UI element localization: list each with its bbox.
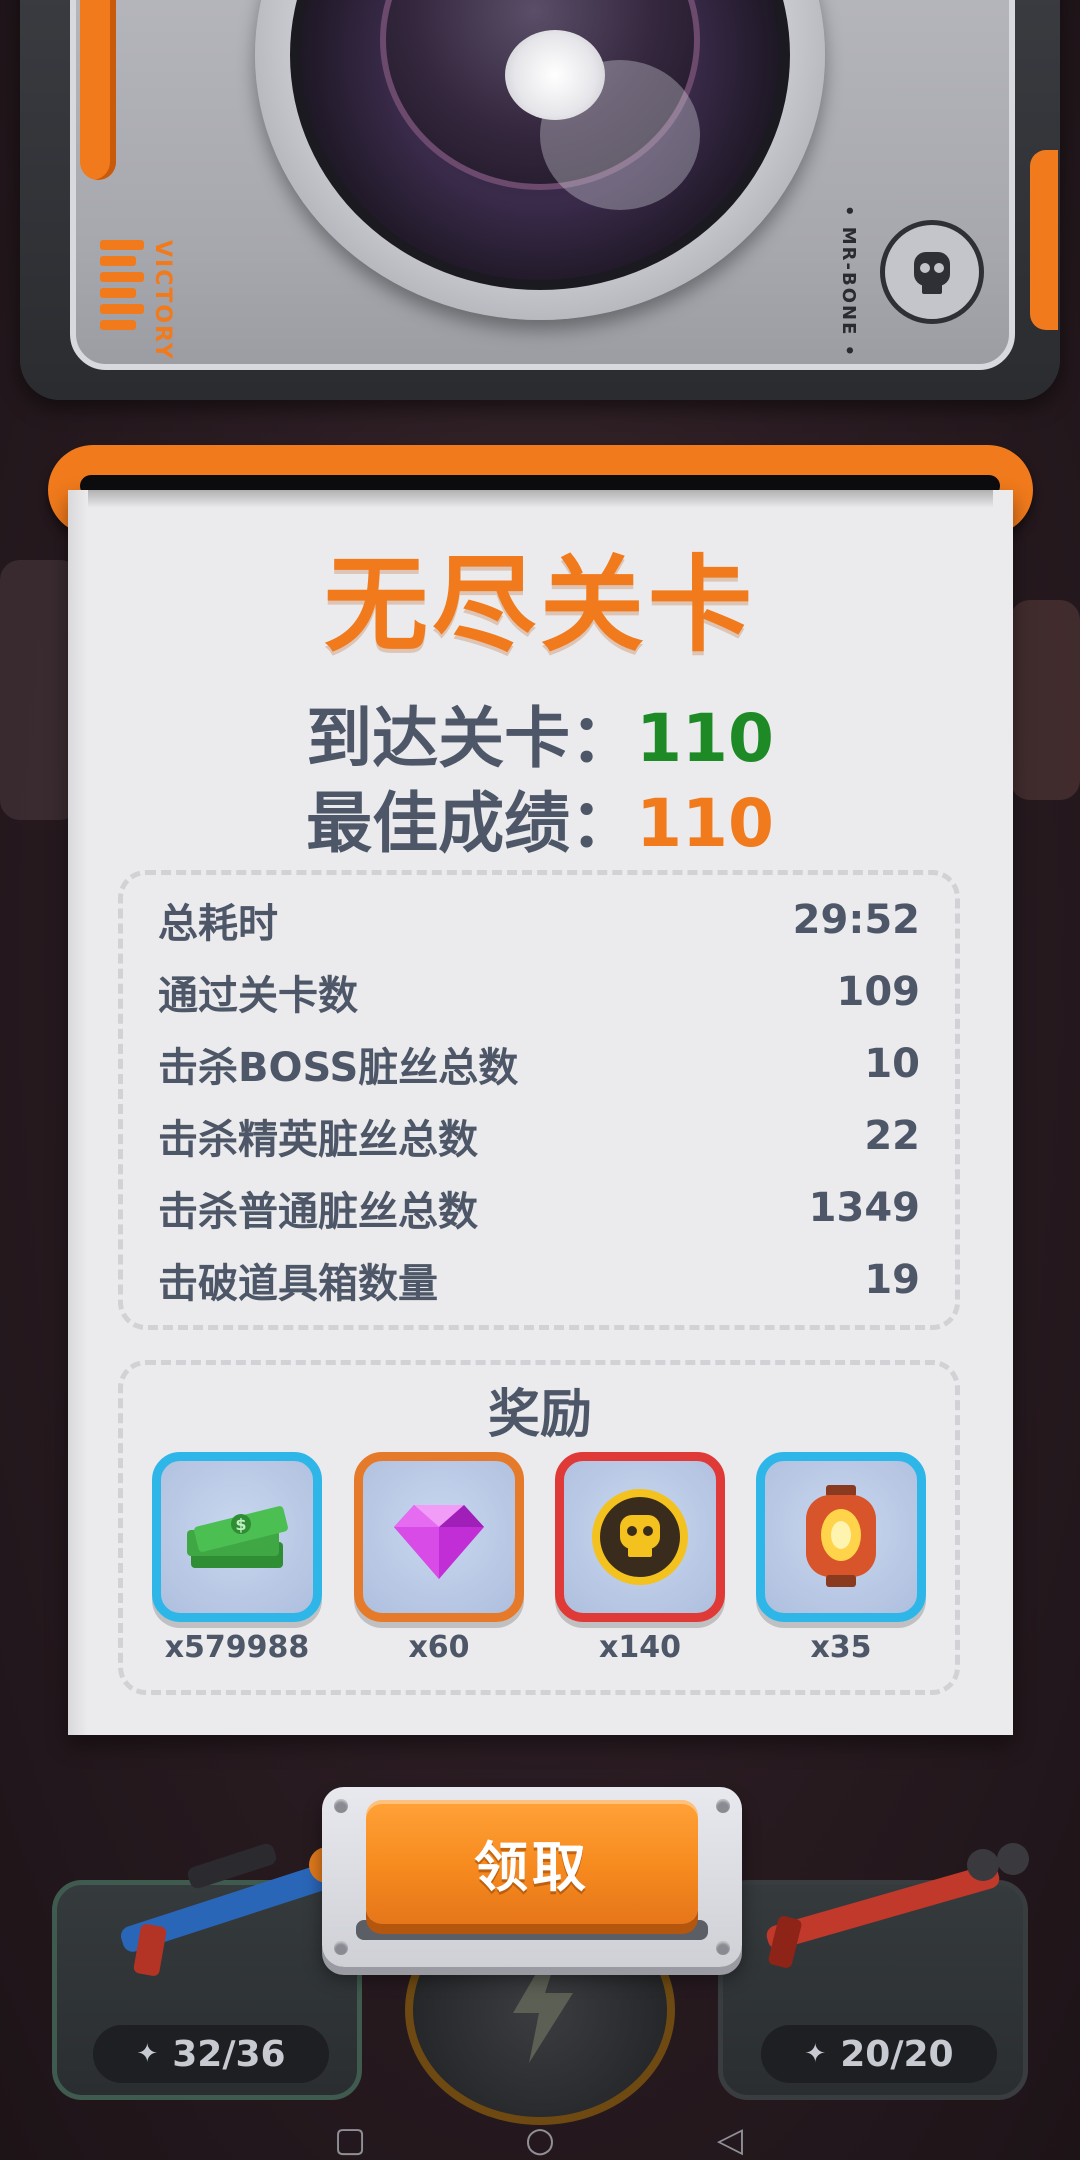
purple-gem-icon <box>354 1452 524 1622</box>
reward-count: x35 <box>810 1630 872 1665</box>
home-icon[interactable]: ○ <box>520 2120 560 2160</box>
reward-item: x35 <box>756 1452 926 1665</box>
camera-trim-right <box>1030 150 1058 330</box>
best-score-line: 最佳成绩：110 <box>0 770 1080 866</box>
right-ammo-counter: ✦ 20/20 <box>761 2025 997 2083</box>
stat-label: 击杀精英脏丝总数 <box>158 1117 478 1163</box>
camera-trim-left <box>80 0 116 180</box>
receipt-shadow <box>88 490 993 508</box>
recents-icon[interactable]: ▢ <box>330 2120 370 2160</box>
reward-count: x140 <box>599 1630 681 1665</box>
stat-label: 击杀普通脏丝总数 <box>158 1189 478 1235</box>
claim-button[interactable]: 领取 <box>366 1800 698 1924</box>
stat-value: 19 <box>864 1257 920 1303</box>
stat-row: 通过关卡数 109 <box>158 962 920 1022</box>
stat-value: 29:52 <box>792 897 920 943</box>
best-score-label: 最佳成绩： <box>306 785 637 862</box>
stat-label: 击杀BOSS脏丝总数 <box>158 1045 519 1091</box>
receipt-title: 无尽关卡 <box>323 544 756 666</box>
reached-level-value: 110 <box>636 700 774 777</box>
reached-level-line: 到达关卡：110 <box>0 685 1080 781</box>
lightning-icon <box>513 1953 573 2063</box>
lantern-icon <box>756 1452 926 1622</box>
stat-row: 击杀精英脏丝总数 22 <box>158 1106 920 1166</box>
reward-count: x60 <box>408 1630 470 1665</box>
victory-logo-text: VICTORY <box>150 240 175 361</box>
reward-item: $ x579988 <box>152 1452 322 1665</box>
ammo-icon: ✦ <box>136 2039 159 2069</box>
stat-row: 击杀普通脏丝总数 1349 <box>158 1178 920 1238</box>
stat-label: 通过关卡数 <box>158 973 358 1019</box>
stat-value: 1349 <box>808 1185 920 1231</box>
left-weapon-slot[interactable]: ✦ 32/36 <box>52 1843 362 2100</box>
left-ammo-counter: ✦ 32/36 <box>93 2025 329 2083</box>
stat-value: 22 <box>864 1113 920 1159</box>
reward-count: x579988 <box>164 1630 310 1665</box>
red-shotgun-icon <box>766 1843 1029 1968</box>
skull-badge-icon <box>880 220 984 324</box>
receipt-edge <box>68 490 88 1735</box>
stat-label: 总耗时 <box>158 901 278 947</box>
lens-highlight <box>505 30 605 120</box>
rewards-title: 奖励 <box>487 1385 592 1445</box>
back-icon[interactable]: ◁ <box>710 2120 750 2160</box>
reward-item: x60 <box>354 1452 524 1665</box>
svg-text:$: $ <box>235 1515 246 1534</box>
cash-stack-icon: $ <box>152 1452 322 1622</box>
stat-row: 总耗时 29:52 <box>158 890 920 950</box>
stat-value: 10 <box>864 1041 920 1087</box>
left-ammo-value: 32/36 <box>172 2033 286 2075</box>
stat-row: 击杀BOSS脏丝总数 10 <box>158 1034 920 1094</box>
right-ammo-value: 20/20 <box>840 2033 954 2075</box>
stat-value: 109 <box>836 969 921 1015</box>
brand-text: • MR-BONE • <box>838 205 859 359</box>
right-weapon-slot[interactable]: ✦ 20/20 <box>718 1843 1029 2100</box>
system-nav-bar: ▢ ○ ◁ <box>0 2120 1080 2160</box>
skull-coin-icon <box>555 1452 725 1622</box>
best-score-value: 110 <box>636 785 774 862</box>
ammo-icon: ✦ <box>804 2039 827 2069</box>
stat-row: 击破道具箱数量 19 <box>158 1250 920 1310</box>
stat-label: 击破道具箱数量 <box>158 1261 438 1307</box>
reward-item: x140 <box>555 1452 725 1665</box>
reached-level-label: 到达关卡： <box>306 700 637 777</box>
